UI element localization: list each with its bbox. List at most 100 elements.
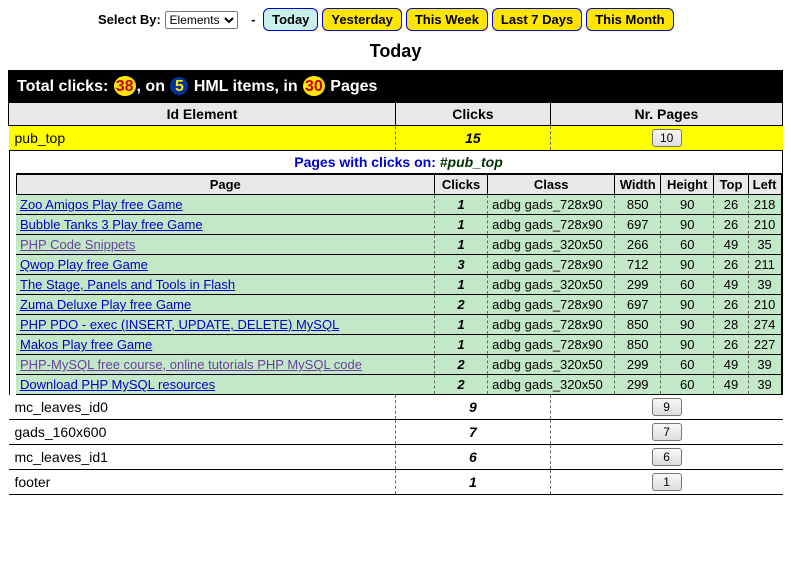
element-pages-cell: 10 bbox=[550, 126, 782, 151]
element-clicks-cell: 1 bbox=[396, 470, 551, 495]
page-clicks: 1 bbox=[434, 335, 487, 355]
pages-count-button[interactable]: 7 bbox=[652, 423, 682, 441]
header-id-element: Id Element bbox=[9, 103, 396, 126]
element-id-cell: footer bbox=[9, 470, 396, 495]
page-top: 28 bbox=[714, 315, 748, 335]
page-link[interactable]: Bubble Tanks 3 Play free Game bbox=[20, 217, 203, 232]
page-detail-row: PHP-MySQL free course, online tutorials … bbox=[16, 355, 781, 375]
page-detail-row: PHP Code Snippets1adbg gads_320x50266604… bbox=[16, 235, 781, 255]
page-class: adbg gads_320x50 bbox=[488, 275, 615, 295]
filter-this-month-button[interactable]: This Month bbox=[586, 8, 673, 31]
page-height: 90 bbox=[661, 315, 714, 335]
element-id-cell: mc_leaves_id1 bbox=[9, 445, 396, 470]
filter-today-button[interactable]: Today bbox=[263, 8, 318, 31]
element-clicks-cell: 6 bbox=[396, 445, 551, 470]
filter-this-week-button[interactable]: This Week bbox=[406, 8, 488, 31]
pages-count-button[interactable]: 1 bbox=[652, 473, 682, 491]
page-width: 850 bbox=[615, 195, 661, 215]
page-width: 299 bbox=[615, 275, 661, 295]
page-detail-row: Bubble Tanks 3 Play free Game1adbg gads_… bbox=[16, 215, 781, 235]
page-clicks: 3 bbox=[434, 255, 487, 275]
element-pages-cell: 6 bbox=[550, 445, 782, 470]
page-height: 90 bbox=[661, 215, 714, 235]
page-link[interactable]: PHP PDO - exec (INSERT, UPDATE, DELETE) … bbox=[20, 317, 339, 332]
page-link[interactable]: Makos Play free Game bbox=[20, 337, 152, 352]
page-height: 90 bbox=[661, 335, 714, 355]
total-pages-badge: 30 bbox=[302, 75, 326, 97]
page-clicks: 2 bbox=[434, 295, 487, 315]
filter-controls: Select By: Elements - TodayYesterdayThis… bbox=[8, 8, 783, 31]
page-height: 60 bbox=[661, 235, 714, 255]
pages-count-button[interactable]: 10 bbox=[652, 129, 682, 147]
page-top: 49 bbox=[714, 275, 748, 295]
header-clicks: Clicks bbox=[396, 103, 551, 126]
elements-table: Id Element Clicks Nr. Pages pub_top 15 1… bbox=[8, 102, 783, 495]
header-nr-pages: Nr. Pages bbox=[550, 103, 782, 126]
page-width: 697 bbox=[615, 295, 661, 315]
header-left: Left bbox=[748, 175, 781, 195]
page-clicks: 1 bbox=[434, 275, 487, 295]
page-top: 26 bbox=[714, 335, 748, 355]
page-left: 227 bbox=[748, 335, 781, 355]
page-width: 299 bbox=[615, 355, 661, 375]
page-link[interactable]: PHP Code Snippets bbox=[20, 237, 135, 252]
element-id-cell: pub_top bbox=[9, 126, 396, 151]
page-detail-row: Download PHP MySQL resources2adbg gads_3… bbox=[16, 375, 781, 395]
page-link[interactable]: Download PHP MySQL resources bbox=[20, 377, 215, 392]
page-link[interactable]: The Stage, Panels and Tools in Flash bbox=[20, 277, 235, 292]
page-left: 39 bbox=[748, 375, 781, 395]
page-class: adbg gads_728x90 bbox=[488, 315, 615, 335]
header-class: Class bbox=[488, 175, 615, 195]
element-clicks-cell: 7 bbox=[396, 420, 551, 445]
page-width: 712 bbox=[615, 255, 661, 275]
select-by-label: Select By: bbox=[98, 12, 161, 27]
page-top: 26 bbox=[714, 215, 748, 235]
page-clicks: 2 bbox=[434, 375, 487, 395]
header-page: Page bbox=[16, 175, 434, 195]
page-left: 39 bbox=[748, 275, 781, 295]
header-inner-clicks: Clicks bbox=[434, 175, 487, 195]
page-width: 850 bbox=[615, 335, 661, 355]
inner-table-title: Pages with clicks on: #pub_top bbox=[16, 151, 782, 174]
page-detail-row: Makos Play free Game1adbg gads_728x90850… bbox=[16, 335, 781, 355]
element-pages-cell: 9 bbox=[550, 395, 782, 420]
page-left: 274 bbox=[748, 315, 781, 335]
page-top: 49 bbox=[714, 355, 748, 375]
page-clicks: 1 bbox=[434, 315, 487, 335]
page-top: 26 bbox=[714, 255, 748, 275]
pages-count-button[interactable]: 6 bbox=[652, 448, 682, 466]
page-link[interactable]: Qwop Play free Game bbox=[20, 257, 148, 272]
page-link[interactable]: Zoo Amigos Play free Game bbox=[20, 197, 183, 212]
page-top: 26 bbox=[714, 195, 748, 215]
page-clicks: 1 bbox=[434, 215, 487, 235]
header-width: Width bbox=[615, 175, 661, 195]
element-id-cell: gads_160x600 bbox=[9, 420, 396, 445]
page-top: 49 bbox=[714, 375, 748, 395]
selected-element-row: pub_top 15 10 bbox=[9, 126, 783, 151]
total-summary-bar: Total clicks: 38, on 5 HML items, in 30 … bbox=[8, 70, 783, 102]
pages-count-button[interactable]: 9 bbox=[652, 398, 682, 416]
element-pages-cell: 1 bbox=[550, 470, 782, 495]
select-by-dropdown[interactable]: Elements bbox=[165, 11, 238, 29]
element-row: gads_160x60077 bbox=[9, 420, 783, 445]
element-clicks-cell: 9 bbox=[396, 395, 551, 420]
page-clicks: 1 bbox=[434, 235, 487, 255]
filter-yesterday-button[interactable]: Yesterday bbox=[322, 8, 401, 31]
element-clicks-cell: 15 bbox=[396, 126, 551, 151]
page-top: 49 bbox=[714, 235, 748, 255]
page-height: 60 bbox=[661, 355, 714, 375]
page-detail-row: PHP PDO - exec (INSERT, UPDATE, DELETE) … bbox=[16, 315, 781, 335]
page-link[interactable]: Zuma Deluxe Play free Game bbox=[20, 297, 191, 312]
page-width: 266 bbox=[615, 235, 661, 255]
page-height: 90 bbox=[661, 195, 714, 215]
page-left: 39 bbox=[748, 355, 781, 375]
total-items-badge: 5 bbox=[169, 76, 189, 96]
dash-separator: - bbox=[251, 12, 255, 27]
page-link[interactable]: PHP-MySQL free course, online tutorials … bbox=[20, 357, 362, 372]
page-class: adbg gads_728x90 bbox=[488, 295, 615, 315]
header-top: Top bbox=[714, 175, 748, 195]
pages-detail-table: Page Clicks Class Width Height Top Left … bbox=[16, 174, 782, 395]
page-class: adbg gads_728x90 bbox=[488, 195, 615, 215]
page-left: 210 bbox=[748, 295, 781, 315]
filter-last-7-days-button[interactable]: Last 7 Days bbox=[492, 8, 582, 31]
